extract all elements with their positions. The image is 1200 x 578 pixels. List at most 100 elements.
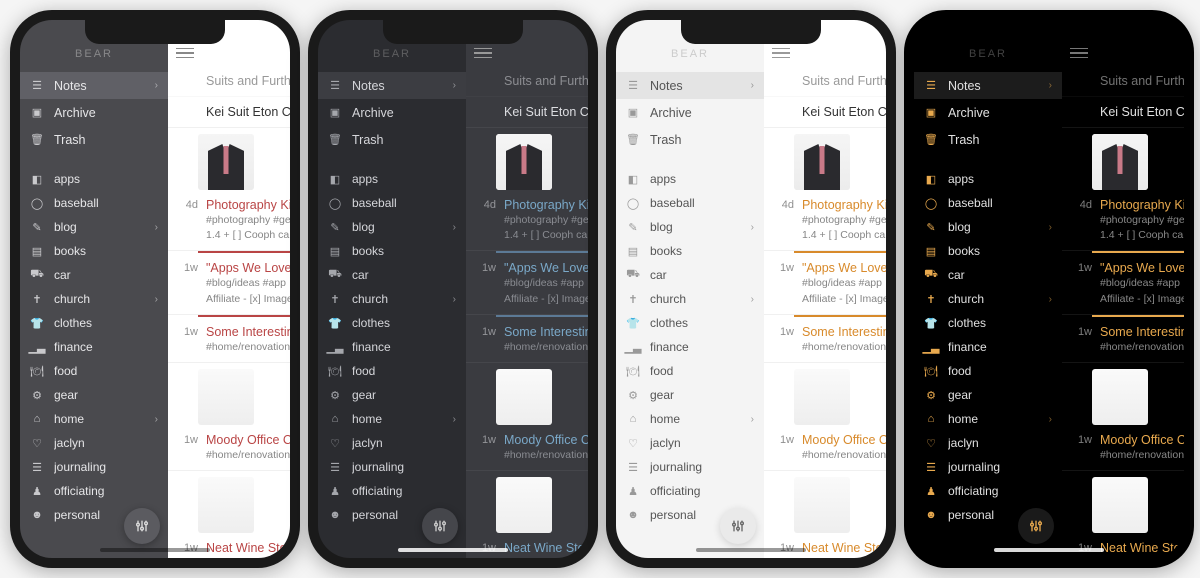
nav-item-archive[interactable]: ▣Archive — [616, 99, 764, 126]
note-row[interactable]: 1wSome Interesting#home/renovation — [1062, 317, 1184, 363]
note-row[interactable]: 1wNeat Wine Storag#home/renovation — [764, 533, 886, 558]
tag-item-journaling[interactable]: ☰journaling — [914, 455, 1062, 479]
tag-item-journaling[interactable]: ☰journaling — [20, 455, 168, 479]
tag-item-church[interactable]: ✝church› — [20, 287, 168, 311]
tags-section[interactable]: ◧apps◯baseball✎blog›▤books⛟car✝church›👕c… — [616, 163, 764, 558]
tag-item-apps[interactable]: ◧apps — [20, 167, 168, 191]
settings-button[interactable] — [1018, 508, 1054, 544]
tag-item-baseball[interactable]: ◯baseball — [616, 191, 764, 215]
tag-item-food[interactable]: 🍽food — [616, 359, 764, 383]
tag-item-food[interactable]: 🍽food — [20, 359, 168, 383]
nav-item-notes[interactable]: ☰Notes› — [914, 72, 1062, 99]
tag-item-home[interactable]: ⌂home› — [914, 407, 1062, 431]
tag-item-books[interactable]: ▤books — [318, 239, 466, 263]
tag-item-apps[interactable]: ◧apps — [914, 167, 1062, 191]
note-list[interactable]: Suits and FurtherKei Suit Eton Cont 4dPho… — [466, 66, 588, 558]
nav-item-archive[interactable]: ▣Archive — [318, 99, 466, 126]
note-row[interactable]: 1wMoody Office Co#home/renovation — [168, 425, 290, 471]
note-row[interactable]: Kei Suit Eton Cont — [466, 97, 588, 128]
tag-item-books[interactable]: ▤books — [914, 239, 1062, 263]
tag-item-car[interactable]: ⛟car — [318, 263, 466, 287]
nav-item-trash[interactable]: 🗑Trash — [616, 126, 764, 153]
tag-item-home[interactable]: ⌂home› — [20, 407, 168, 431]
tag-item-car[interactable]: ⛟car — [914, 263, 1062, 287]
tag-item-baseball[interactable]: ◯baseball — [20, 191, 168, 215]
settings-button[interactable] — [422, 508, 458, 544]
note-row[interactable]: Suits and Further — [466, 66, 588, 97]
tags-section[interactable]: ◧apps◯baseball✎blog›▤books⛟car✝church›👕c… — [318, 163, 466, 558]
tags-section[interactable]: ◧apps◯baseball✎blog›▤books⛟car✝church›👕c… — [914, 163, 1062, 558]
tag-item-clothes[interactable]: 👕clothes — [914, 311, 1062, 335]
tag-item-finance[interactable]: ▁▃finance — [616, 335, 764, 359]
nav-item-notes[interactable]: ☰Notes› — [318, 72, 466, 99]
nav-item-trash[interactable]: 🗑Trash — [20, 126, 168, 153]
tag-item-apps[interactable]: ◧apps — [318, 167, 466, 191]
note-row[interactable]: Suits and Further — [168, 66, 290, 97]
note-list[interactable]: Suits and FurtherKei Suit Eton Cont 4dPho… — [1062, 66, 1184, 558]
tag-item-home[interactable]: ⌂home› — [318, 407, 466, 431]
note-row[interactable]: 1wMoody Office Co#home/renovation — [466, 425, 588, 471]
tag-item-officiating[interactable]: ♟officiating — [914, 479, 1062, 503]
nav-item-archive[interactable]: ▣Archive — [20, 99, 168, 126]
note-row[interactable]: Kei Suit Eton Cont — [764, 97, 886, 128]
tag-item-gear[interactable]: ⚙gear — [20, 383, 168, 407]
settings-button[interactable] — [124, 508, 160, 544]
tag-item-apps[interactable]: ◧apps — [616, 167, 764, 191]
nav-item-notes[interactable]: ☰Notes› — [20, 72, 168, 99]
menu-button[interactable] — [772, 48, 790, 61]
tag-item-baseball[interactable]: ◯baseball — [914, 191, 1062, 215]
tag-item-church[interactable]: ✝church› — [318, 287, 466, 311]
tag-item-home[interactable]: ⌂home› — [616, 407, 764, 431]
note-row[interactable]: 1w"Apps We Love"#blog/ideas #appAffiliat… — [764, 253, 886, 314]
tag-item-clothes[interactable]: 👕clothes — [318, 311, 466, 335]
tag-item-gear[interactable]: ⚙gear — [914, 383, 1062, 407]
tag-item-baseball[interactable]: ◯baseball — [318, 191, 466, 215]
tag-item-gear[interactable]: ⚙gear — [318, 383, 466, 407]
note-row[interactable]: 4dPhotography Kit#photography #ge1.4 + [… — [168, 190, 290, 251]
note-row[interactable]: Suits and Further — [764, 66, 886, 97]
note-list[interactable]: Suits and FurtherKei Suit Eton Cont 4dPho… — [764, 66, 886, 558]
note-row[interactable]: 1wSome Interesting#home/renovation — [168, 317, 290, 363]
tag-item-books[interactable]: ▤books — [20, 239, 168, 263]
menu-button[interactable] — [176, 48, 194, 61]
tag-item-finance[interactable]: ▁▃finance — [318, 335, 466, 359]
settings-button[interactable] — [720, 508, 756, 544]
tag-item-jaclyn[interactable]: ♡jaclyn — [318, 431, 466, 455]
nav-item-trash[interactable]: 🗑Trash — [318, 126, 466, 153]
note-row[interactable]: 4dPhotography Kit#photography #ge1.4 + [… — [764, 190, 886, 251]
nav-item-archive[interactable]: ▣Archive — [914, 99, 1062, 126]
tag-item-journaling[interactable]: ☰journaling — [318, 455, 466, 479]
note-row[interactable]: 1wNeat Wine Storag#home/renovation — [466, 533, 588, 558]
tag-item-blog[interactable]: ✎blog› — [20, 215, 168, 239]
menu-button[interactable] — [474, 48, 492, 61]
tag-item-food[interactable]: 🍽food — [914, 359, 1062, 383]
note-row[interactable]: 1w"Apps We Love"#blog/ideas #appAffiliat… — [168, 253, 290, 314]
nav-item-notes[interactable]: ☰Notes› — [616, 72, 764, 99]
note-row[interactable]: 1wMoody Office Co#home/renovation — [764, 425, 886, 471]
tag-item-blog[interactable]: ✎blog› — [318, 215, 466, 239]
tags-section[interactable]: ◧apps◯baseball✎blog›▤books⛟car✝church›👕c… — [20, 163, 168, 558]
tag-item-finance[interactable]: ▁▃finance — [914, 335, 1062, 359]
tag-item-officiating[interactable]: ♟officiating — [318, 479, 466, 503]
tag-item-finance[interactable]: ▁▃finance — [20, 335, 168, 359]
tag-item-blog[interactable]: ✎blog› — [616, 215, 764, 239]
tag-item-church[interactable]: ✝church› — [616, 287, 764, 311]
tag-item-journaling[interactable]: ☰journaling — [616, 455, 764, 479]
tag-item-officiating[interactable]: ♟officiating — [616, 479, 764, 503]
tag-item-blog[interactable]: ✎blog› — [914, 215, 1062, 239]
note-row[interactable]: Kei Suit Eton Cont — [1062, 97, 1184, 128]
tag-item-jaclyn[interactable]: ♡jaclyn — [914, 431, 1062, 455]
note-row[interactable]: Suits and Further — [1062, 66, 1184, 97]
note-row[interactable]: 4dPhotography Kit#photography #ge1.4 + [… — [1062, 190, 1184, 251]
tag-item-car[interactable]: ⛟car — [20, 263, 168, 287]
menu-button[interactable] — [1070, 48, 1088, 61]
tag-item-food[interactable]: 🍽food — [318, 359, 466, 383]
note-row[interactable]: 1wNeat Wine Storag#home/renovation — [1062, 533, 1184, 558]
tag-item-clothes[interactable]: 👕clothes — [616, 311, 764, 335]
tag-item-gear[interactable]: ⚙gear — [616, 383, 764, 407]
tag-item-church[interactable]: ✝church› — [914, 287, 1062, 311]
note-row[interactable]: 4dPhotography Kit#photography #ge1.4 + [… — [466, 190, 588, 251]
note-list[interactable]: Suits and FurtherKei Suit Eton Cont 4dPho… — [168, 66, 290, 558]
note-row[interactable]: 1wNeat Wine Storag#home/renovation — [168, 533, 290, 558]
note-row[interactable]: Kei Suit Eton Cont — [168, 97, 290, 128]
